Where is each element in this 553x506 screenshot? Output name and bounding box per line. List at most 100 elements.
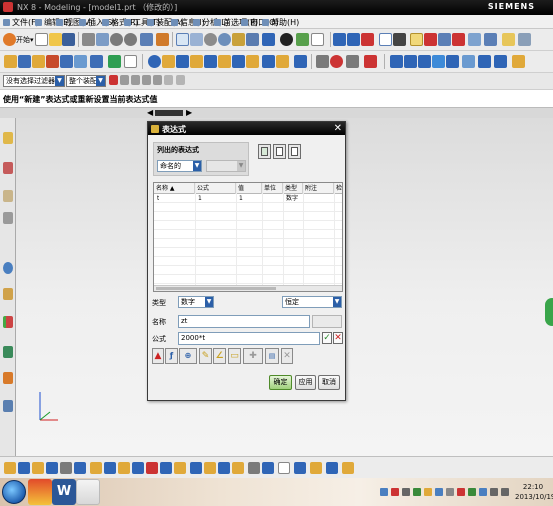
bottom-tool-icon[interactable] [60, 462, 72, 474]
constraint-navigator-icon[interactable] [3, 162, 13, 174]
units-select[interactable]: 恒定 ▼ [282, 296, 342, 308]
zoom-in-out-icon[interactable] [204, 33, 217, 46]
extend-sheet-icon[interactable] [478, 55, 491, 68]
export-expressions-button[interactable] [288, 144, 301, 159]
network-icon[interactable] [490, 488, 498, 496]
menu-file[interactable]: 文件(F) [3, 17, 39, 28]
name-input[interactable]: zt [178, 315, 310, 328]
revolve-icon[interactable] [32, 55, 45, 68]
function-icon[interactable]: ƒ [165, 348, 178, 364]
tray-icon[interactable] [479, 488, 487, 496]
copy-icon[interactable] [96, 33, 109, 46]
redo-icon[interactable] [124, 33, 137, 46]
tray-icon[interactable] [424, 488, 432, 496]
draft-icon[interactable] [190, 55, 203, 68]
control-point-icon[interactable] [164, 75, 173, 85]
palette-icon[interactable] [3, 400, 13, 412]
move-object-icon[interactable] [484, 33, 497, 46]
snap-icon[interactable] [468, 33, 481, 46]
close-icon[interactable]: ✕ [334, 122, 342, 135]
save-icon[interactable] [62, 33, 75, 46]
spreadsheet-edit-button[interactable] [258, 144, 271, 159]
zoom-icon[interactable] [190, 33, 203, 46]
scroll-left-icon[interactable]: ◀ [147, 108, 153, 118]
bottom-tool-icon[interactable] [118, 462, 130, 474]
rotate-icon[interactable] [218, 33, 231, 46]
hide-icon[interactable] [438, 33, 451, 46]
bottom-tool-icon[interactable] [310, 462, 322, 474]
column-units[interactable]: 单位 [262, 183, 283, 194]
chamfer-icon[interactable] [162, 55, 175, 68]
reject-edit-icon[interactable]: ✕ [333, 332, 343, 344]
line-icon[interactable] [316, 55, 329, 68]
patch-icon[interactable] [446, 55, 459, 68]
bottom-tool-icon[interactable] [342, 462, 354, 474]
tray-icon[interactable] [446, 488, 454, 496]
reuse-library-icon[interactable] [3, 212, 13, 224]
edit-object-icon[interactable] [393, 33, 406, 46]
app-task-icon[interactable] [28, 479, 52, 505]
bottom-tool-icon[interactable] [190, 462, 202, 474]
through-curves-icon[interactable] [404, 55, 417, 68]
show-icon[interactable] [452, 33, 465, 46]
trim-body-icon[interactable] [232, 55, 245, 68]
column-type[interactable]: 类型 [283, 183, 303, 194]
measure-distance-icon[interactable]: ✎ [199, 348, 212, 364]
toolbar2-options-icon[interactable] [512, 55, 525, 68]
scrollbar-thumb[interactable] [156, 287, 276, 290]
open-folder-icon[interactable] [49, 33, 62, 46]
tray-icon[interactable] [402, 488, 410, 496]
column-check[interactable]: 检查 [334, 183, 342, 194]
cancel-button[interactable]: 取消 [318, 375, 340, 390]
snap-point-icon[interactable] [131, 75, 140, 85]
taskbar-clock[interactable]: 22:10 2013/10/19 [515, 482, 553, 502]
tray-icon[interactable] [380, 488, 388, 496]
pattern-icon[interactable] [204, 55, 217, 68]
listed-expressions-select[interactable]: 命名的 ▼ [157, 160, 202, 172]
datum-plane-icon[interactable] [90, 55, 103, 68]
tray-icon[interactable] [468, 488, 476, 496]
view-orientation-icon[interactable] [311, 33, 324, 46]
x-form-icon[interactable] [494, 55, 507, 68]
bottom-tool-icon[interactable] [46, 462, 58, 474]
measure-angle-icon[interactable]: ∠ [213, 348, 226, 364]
offset-face-icon[interactable] [262, 55, 275, 68]
bottom-tool-icon[interactable] [278, 462, 290, 474]
bottom-tool-icon[interactable] [248, 462, 260, 474]
bottom-tool-icon[interactable] [18, 462, 30, 474]
pocket-icon[interactable] [74, 55, 87, 68]
sketch-icon[interactable] [4, 55, 17, 68]
accept-edit-icon[interactable]: ✓ [322, 332, 332, 344]
windows-start-icon[interactable] [2, 480, 26, 504]
open-file-icon[interactable]: ▭ [228, 348, 241, 364]
bounded-plane-icon[interactable] [418, 55, 431, 68]
thicken-icon[interactable] [276, 55, 289, 68]
side-handle-icon[interactable] [545, 298, 553, 326]
bottom-tool-icon[interactable] [294, 462, 306, 474]
bottom-tool-icon[interactable] [218, 462, 230, 474]
expression-list-icon[interactable]: ▤ [265, 348, 279, 364]
pan-icon[interactable] [232, 33, 245, 46]
assembly-navigator-icon[interactable] [3, 132, 13, 144]
sew-icon[interactable] [432, 55, 445, 68]
edge-blend-icon[interactable] [148, 55, 161, 68]
general-selection-icon[interactable] [109, 75, 118, 85]
tray-icon[interactable] [391, 488, 399, 496]
bottom-tool-icon[interactable] [132, 462, 144, 474]
column-formula[interactable]: 公式 [195, 183, 236, 194]
toolbar-options-icon[interactable] [518, 33, 531, 46]
word-task-icon[interactable]: W [52, 479, 76, 505]
select-all-icon[interactable] [120, 75, 129, 85]
scroll-right-icon[interactable]: ▶ [186, 108, 192, 118]
mirror-icon[interactable] [218, 55, 231, 68]
background-icon[interactable] [296, 33, 309, 46]
sweep-icon[interactable] [294, 55, 307, 68]
surface-icon[interactable] [390, 55, 403, 68]
create-icon[interactable]: ▲ [152, 348, 164, 364]
ok-button[interactable]: 确定 [269, 375, 292, 390]
offset-curve-icon[interactable] [364, 55, 377, 68]
volume-icon[interactable] [501, 488, 509, 496]
type-filter-select[interactable]: 没有选择过滤器 ▼ [3, 75, 65, 87]
column-name[interactable]: 名称 ▲ [154, 183, 195, 194]
selection-options-icon[interactable] [176, 75, 185, 85]
